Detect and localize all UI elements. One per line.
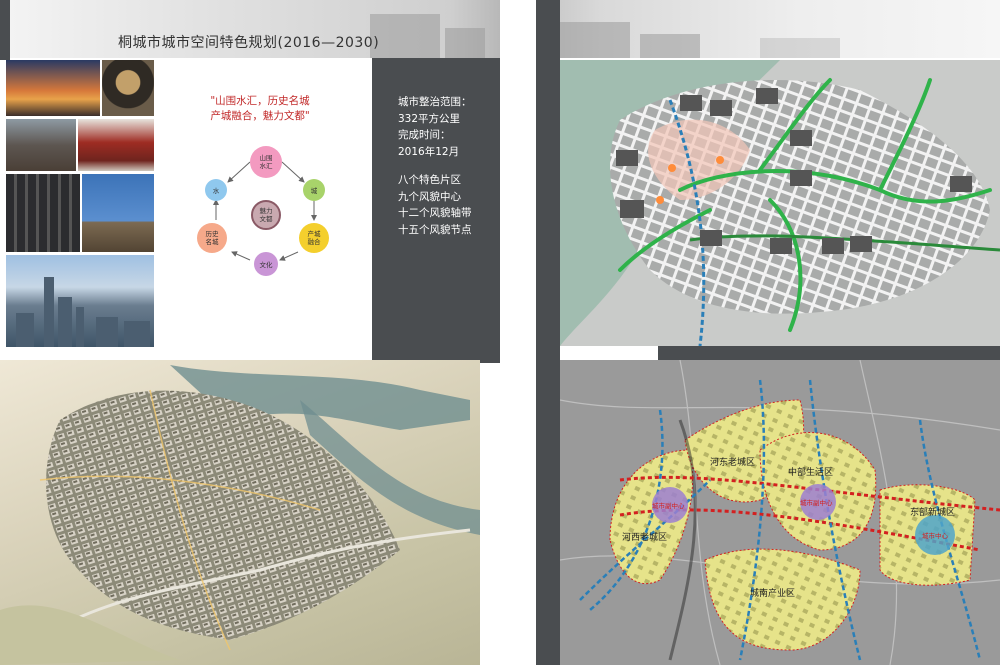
- label-hexi-district: 河西老城区: [622, 531, 667, 543]
- photo-temple-gate: [78, 119, 154, 171]
- corner-block: [0, 0, 10, 60]
- time-value: 2016年12月: [398, 145, 460, 158]
- photo-old-street: [6, 119, 76, 171]
- brochure-spread: 桐城市城市空间特色规划(2016—2030) "山围水汇，历史名城 产城融合，魅…: [0, 0, 1000, 665]
- label-history-2: 名城: [206, 237, 220, 246]
- right-side-bar: [536, 0, 560, 665]
- aerial-rendering: [0, 360, 480, 665]
- photo-skyline: [6, 255, 154, 347]
- info-text: 城市整治范围： 332平方公里 完成时间： 2016年12月 八个特色片区 九个…: [398, 94, 472, 238]
- item-districts: 八个特色片区: [398, 174, 461, 186]
- photo-sculpture: [82, 174, 154, 252]
- label-chengnan-district: 城南产业区: [750, 587, 795, 599]
- map-divider-strip: [658, 346, 1000, 360]
- label-zhongbu-district: 中部生活区: [788, 466, 833, 478]
- slogan-line-1: "山围水汇，历史名城: [210, 95, 310, 107]
- center-gutter: [500, 0, 536, 665]
- slogan: "山围水汇，历史名城 产城融合，魅力文都": [190, 94, 330, 124]
- photo-sunset-lake: [6, 60, 100, 116]
- item-centers: 九个风貌中心: [398, 190, 461, 203]
- scope-label: 城市整治范围：: [398, 96, 472, 108]
- label-water: 水: [213, 186, 220, 195]
- label-industry-2: 融合: [308, 237, 322, 246]
- landscape-axis-map: [560, 60, 1000, 346]
- page-title: 桐城市城市空间特色规划(2016—2030): [118, 35, 380, 51]
- item-nodes: 十五个风貌节点: [398, 223, 472, 236]
- label-center-1: 魅力: [260, 206, 273, 215]
- time-label: 完成时间：: [398, 129, 451, 141]
- label-city: 城: [311, 187, 318, 195]
- concept-cycle-diagram: 山围 水汇 魅力 文都 水 城 历史 名城 产城 融合 文化: [197, 146, 329, 276]
- district-zoning-map: 河东老城区 中部生活区 东部新城区 河西老城区 城南产业区 城市副中心 城市副中…: [560, 360, 1000, 665]
- slogan-line-2: 产城融合，魅力文都": [210, 110, 310, 122]
- label-dongbu-district: 东部新城区: [910, 506, 955, 518]
- label-city-center: 城市中心: [922, 531, 949, 540]
- label-sub-center-1: 城市副中心: [652, 501, 685, 510]
- label-hedong-district: 河东老城区: [710, 456, 755, 468]
- photo-statue: [102, 60, 154, 116]
- item-axes: 十二个风貌轴带: [398, 207, 472, 219]
- label-sub-center-2: 城市副中心: [800, 498, 833, 507]
- label-culture: 文化: [260, 260, 274, 269]
- label-history-1: 历史: [206, 229, 220, 238]
- label-top-1: 山围: [260, 153, 273, 162]
- photo-modern-building: [6, 174, 80, 252]
- label-center-2: 文都: [260, 214, 274, 223]
- scope-value: 332平方公里: [398, 112, 461, 125]
- label-industry-1: 产城: [308, 229, 322, 238]
- label-top-2: 水汇: [260, 161, 274, 170]
